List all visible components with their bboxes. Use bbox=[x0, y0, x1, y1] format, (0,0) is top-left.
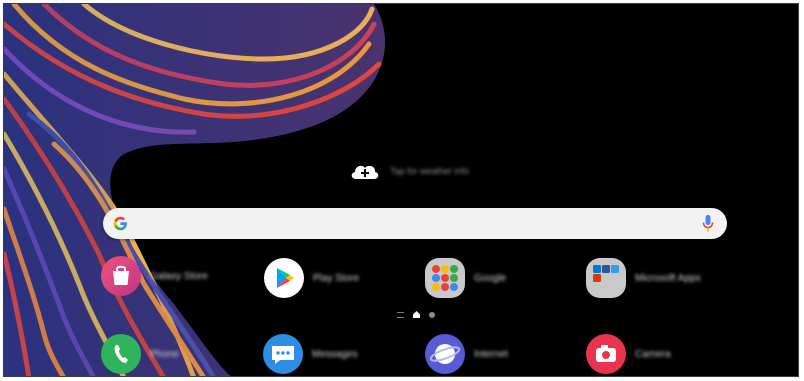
dock-messages[interactable]: Messages bbox=[263, 334, 358, 374]
app-label: Phone bbox=[150, 348, 179, 360]
app-galaxy-store[interactable]: Galaxy Store bbox=[101, 256, 208, 296]
microphone-icon[interactable] bbox=[701, 214, 715, 234]
app-label: Camera bbox=[635, 348, 671, 360]
app-label: Google bbox=[474, 272, 507, 284]
camera-icon bbox=[586, 334, 626, 374]
app-play-store[interactable]: Play Store bbox=[264, 258, 359, 298]
messages-icon bbox=[263, 334, 303, 374]
page-indicator[interactable] bbox=[397, 311, 435, 318]
app-folder-microsoft[interactable]: Microsoft Apps bbox=[586, 258, 701, 298]
app-label: Internet bbox=[474, 348, 508, 360]
app-label: Galaxy Store bbox=[150, 270, 208, 282]
google-folder-icon bbox=[425, 258, 465, 298]
cloud-plus-icon bbox=[351, 165, 379, 179]
home-icon bbox=[413, 311, 420, 318]
app-label: Play Store bbox=[313, 272, 360, 284]
microsoft-folder-icon bbox=[586, 258, 626, 298]
weather-widget[interactable]: Tap for weather info bbox=[350, 160, 469, 182]
dock-internet[interactable]: Internet bbox=[425, 334, 508, 374]
play-store-icon bbox=[264, 258, 304, 298]
app-label: Messages bbox=[312, 348, 358, 360]
dock-phone[interactable]: Phone bbox=[101, 334, 179, 374]
phone-icon bbox=[101, 334, 141, 374]
home-screen: Tap for weather info Galaxy Store Play S… bbox=[3, 3, 799, 377]
dock-camera[interactable]: Camera bbox=[586, 334, 671, 374]
weather-label: Tap for weather info bbox=[390, 166, 470, 176]
internet-icon bbox=[425, 334, 465, 374]
page-dot[interactable] bbox=[429, 311, 435, 318]
app-label: Microsoft Apps bbox=[635, 272, 701, 284]
google-g-icon bbox=[113, 216, 127, 231]
galaxy-store-icon bbox=[101, 256, 141, 296]
app-folder-google[interactable]: Google bbox=[425, 258, 506, 298]
google-search-bar[interactable] bbox=[103, 208, 727, 239]
menu-lines-icon bbox=[397, 311, 404, 318]
wallpaper-image bbox=[4, 4, 386, 376]
